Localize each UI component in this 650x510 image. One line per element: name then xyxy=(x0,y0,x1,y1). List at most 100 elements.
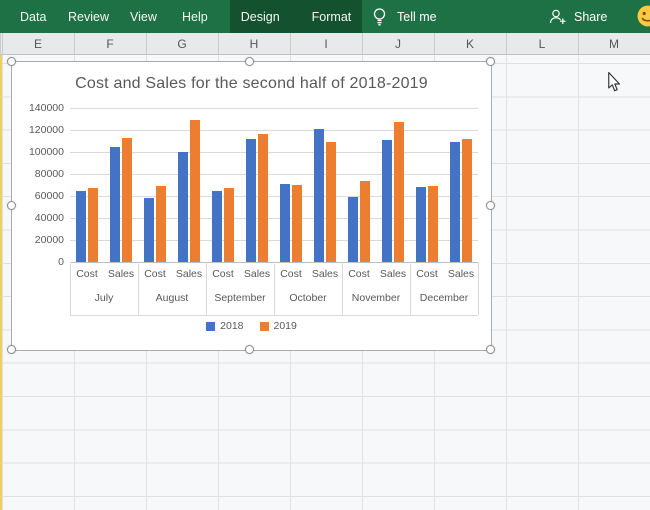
category-separator xyxy=(70,262,71,315)
ribbon-tab-format[interactable]: Format xyxy=(312,10,352,24)
bar-2019-november-sales[interactable] xyxy=(394,122,404,262)
x-axis-sublabel-november-sales[interactable]: Sales xyxy=(376,268,410,280)
selection-handle-top-center[interactable] xyxy=(245,57,254,66)
y-axis-label-0[interactable]: 0 xyxy=(12,256,64,268)
feedback-smiley-icon[interactable] xyxy=(637,5,650,27)
selection-handle-bottom-right[interactable] xyxy=(486,345,495,354)
bar-2019-september-cost[interactable] xyxy=(224,188,234,262)
bar-2019-august-sales[interactable] xyxy=(190,120,200,262)
x-axis-month-label-october[interactable]: October xyxy=(274,292,342,304)
column-header-E[interactable]: E xyxy=(2,33,74,55)
y-axis-label-20000[interactable]: 20000 xyxy=(12,234,64,246)
ribbon-tab-review[interactable]: Review xyxy=(68,0,109,33)
mouse-cursor xyxy=(607,72,621,92)
column-header-L[interactable]: L xyxy=(506,33,578,55)
column-header-F[interactable]: F xyxy=(74,33,146,55)
legend-swatch-2019 xyxy=(260,322,269,331)
column-header-J[interactable]: J xyxy=(362,33,434,55)
left-edge-strip xyxy=(0,55,2,510)
y-axis-label-100000[interactable]: 100000 xyxy=(12,146,64,158)
x-axis-sublabel-october-cost[interactable]: Cost xyxy=(274,268,308,280)
ribbon-tab-data[interactable]: Data xyxy=(20,0,46,33)
legend-swatch-2018 xyxy=(206,322,215,331)
selection-handle-middle-right[interactable] xyxy=(486,201,495,210)
x-axis-month-label-december[interactable]: December xyxy=(410,292,478,304)
ribbon-tab-help[interactable]: Help xyxy=(182,0,208,33)
bar-2018-july-cost[interactable] xyxy=(76,191,86,263)
column-header-G[interactable]: G xyxy=(146,33,218,55)
bar-2019-september-sales[interactable] xyxy=(258,134,268,262)
column-header-H[interactable]: H xyxy=(218,33,290,55)
y-axis-label-60000[interactable]: 60000 xyxy=(12,190,64,202)
legend-item-2019[interactable]: 2019 xyxy=(260,320,297,332)
x-axis-sublabel-july-cost[interactable]: Cost xyxy=(70,268,104,280)
bar-2018-july-sales[interactable] xyxy=(110,147,120,263)
bar-2018-december-sales[interactable] xyxy=(450,142,460,262)
bar-2018-september-cost[interactable] xyxy=(212,191,222,263)
bar-2018-december-cost[interactable] xyxy=(416,187,426,262)
x-axis-month-label-september[interactable]: September xyxy=(206,292,274,304)
category-separator xyxy=(342,262,343,315)
x-axis-sublabel-august-cost[interactable]: Cost xyxy=(138,268,172,280)
y-axis-label-140000[interactable]: 140000 xyxy=(12,102,64,114)
selection-handle-middle-left[interactable] xyxy=(7,201,16,210)
bar-2019-august-cost[interactable] xyxy=(156,186,166,262)
tell-me-label: Tell me xyxy=(397,10,437,24)
selection-handle-top-right[interactable] xyxy=(486,57,495,66)
x-axis-sublabel-december-sales[interactable]: Sales xyxy=(444,268,478,280)
excel-window: DataReviewViewHelp DesignFormat Tell me … xyxy=(0,0,650,510)
x-axis-sublabel-september-sales[interactable]: Sales xyxy=(240,268,274,280)
y-axis-label-40000[interactable]: 40000 xyxy=(12,212,64,224)
share-label: Share xyxy=(574,10,607,24)
selection-handle-bottom-left[interactable] xyxy=(7,345,16,354)
bar-2019-december-cost[interactable] xyxy=(428,186,438,262)
column-header-I[interactable]: I xyxy=(290,33,362,55)
ribbon-tab-view[interactable]: View xyxy=(130,0,157,33)
bar-2019-december-sales[interactable] xyxy=(462,139,472,262)
legend-label-2019: 2019 xyxy=(274,320,297,332)
x-axis-month-label-july[interactable]: July xyxy=(70,292,138,304)
chart-legend[interactable]: 2018 2019 xyxy=(12,320,491,332)
bar-2018-september-sales[interactable] xyxy=(246,139,256,262)
share-person-icon xyxy=(549,8,567,25)
bar-2019-october-cost[interactable] xyxy=(292,185,302,262)
category-separator xyxy=(478,262,479,315)
ribbon: DataReviewViewHelp DesignFormat Tell me … xyxy=(0,0,650,33)
bar-2019-july-cost[interactable] xyxy=(88,188,98,262)
bar-2018-october-cost[interactable] xyxy=(280,184,290,262)
bar-2019-november-cost[interactable] xyxy=(360,181,370,262)
share-button[interactable]: Share xyxy=(549,0,607,33)
chart-tools-contextual-group: Design Format xyxy=(230,0,362,33)
x-axis-sublabel-december-cost[interactable]: Cost xyxy=(410,268,444,280)
bar-2018-august-cost[interactable] xyxy=(144,198,154,262)
lightbulb-icon xyxy=(372,7,387,26)
bar-2019-october-sales[interactable] xyxy=(326,142,336,262)
selection-handle-top-left[interactable] xyxy=(7,57,16,66)
bar-2018-november-cost[interactable] xyxy=(348,197,358,262)
bar-2019-july-sales[interactable] xyxy=(122,138,132,262)
x-axis-sublabel-october-sales[interactable]: Sales xyxy=(308,268,342,280)
bar-2018-november-sales[interactable] xyxy=(382,140,392,262)
category-separator xyxy=(410,262,411,315)
y-axis-label-120000[interactable]: 120000 xyxy=(12,124,64,136)
chart-container[interactable]: Cost and Sales for the second half of 20… xyxy=(12,62,491,350)
chart-title[interactable]: Cost and Sales for the second half of 20… xyxy=(12,75,491,93)
column-header-K[interactable]: K xyxy=(434,33,506,55)
x-axis-sublabel-september-cost[interactable]: Cost xyxy=(206,268,240,280)
category-separator xyxy=(206,262,207,315)
tell-me-button[interactable]: Tell me xyxy=(372,0,437,33)
column-header-M[interactable]: M xyxy=(578,33,650,55)
gridline-140000 xyxy=(70,108,478,109)
category-separator xyxy=(274,262,275,315)
bar-2018-october-sales[interactable] xyxy=(314,129,324,262)
x-axis-month-label-august[interactable]: August xyxy=(138,292,206,304)
x-axis-month-label-november[interactable]: November xyxy=(342,292,410,304)
x-axis-sublabel-july-sales[interactable]: Sales xyxy=(104,268,138,280)
legend-item-2018[interactable]: 2018 xyxy=(206,320,243,332)
ribbon-tab-design[interactable]: Design xyxy=(241,10,280,24)
y-axis-label-80000[interactable]: 80000 xyxy=(12,168,64,180)
x-axis-sublabel-august-sales[interactable]: Sales xyxy=(172,268,206,280)
x-axis-sublabel-november-cost[interactable]: Cost xyxy=(342,268,376,280)
selection-handle-bottom-center[interactable] xyxy=(245,345,254,354)
bar-2018-august-sales[interactable] xyxy=(178,152,188,262)
